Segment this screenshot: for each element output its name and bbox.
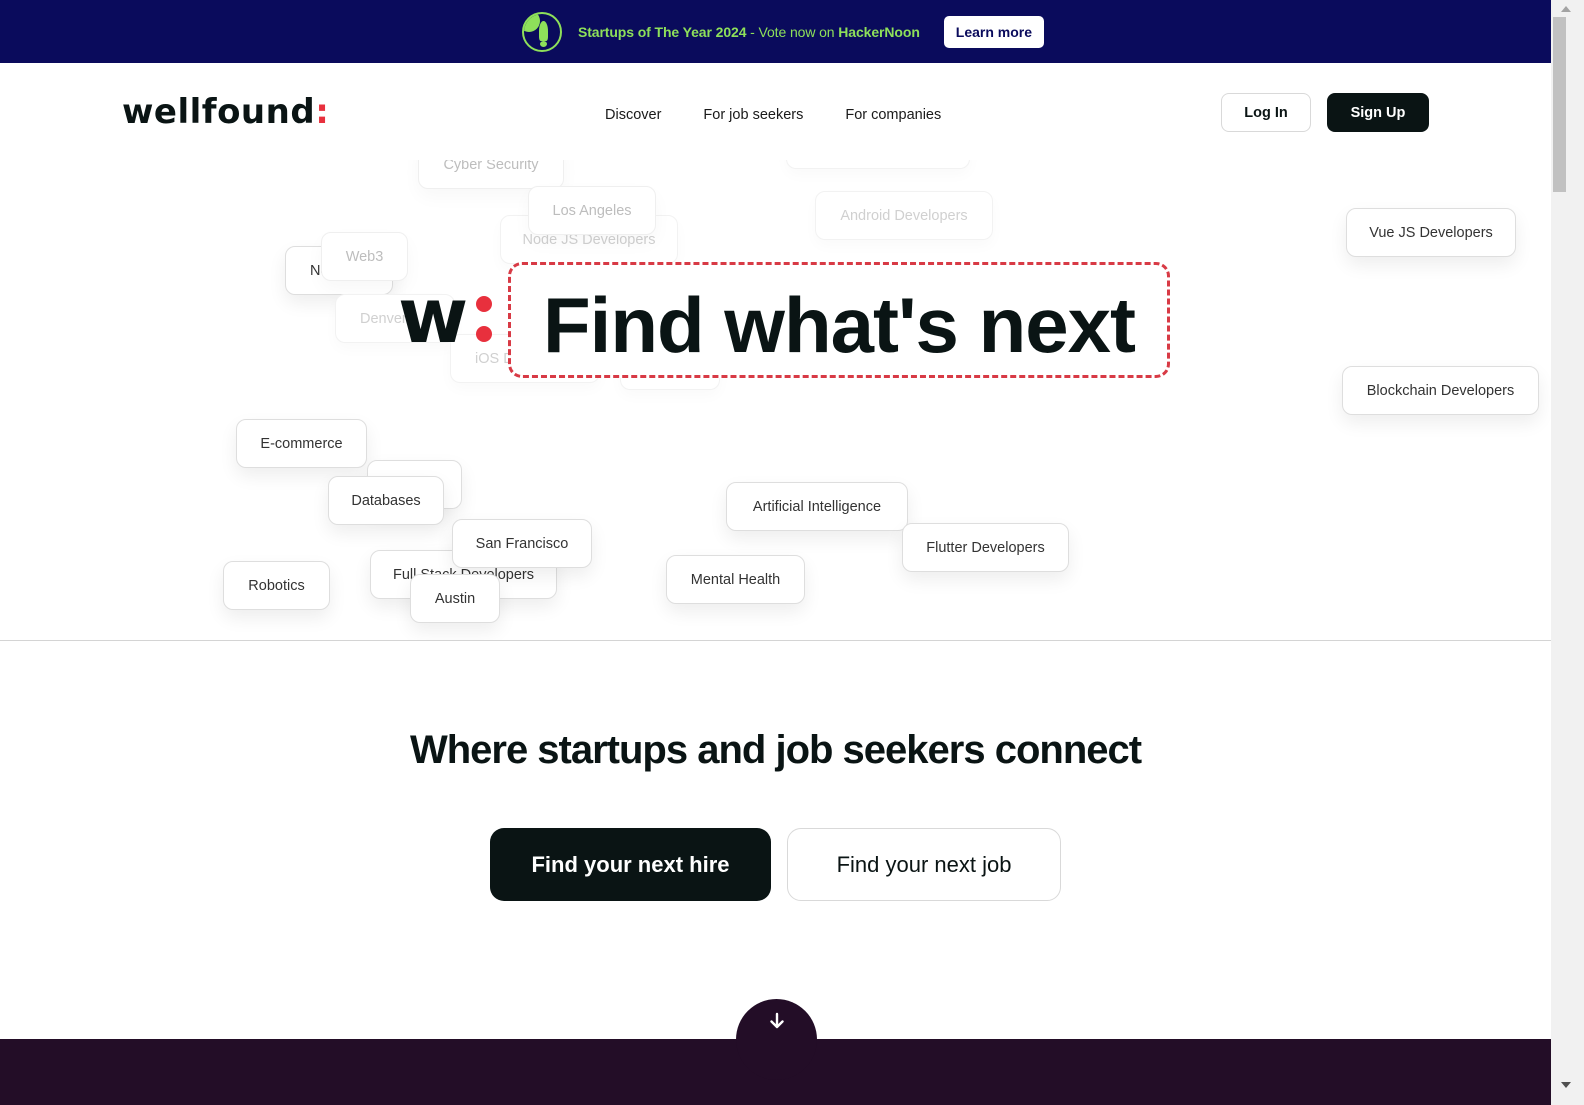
login-button[interactable]: Log In [1221,93,1311,132]
signup-button[interactable]: Sign Up [1327,93,1429,132]
chip-cyber-security[interactable]: Cyber Security [418,160,564,189]
nav-for-companies[interactable]: For companies [845,107,941,123]
scroll-down-button[interactable] [736,999,817,1080]
hero-section: Cyber Security Node JS Developers Los An… [0,160,1551,641]
chip-vue-js-developers[interactable]: Vue JS Developers [1346,208,1516,257]
learn-more-button[interactable]: Learn more [943,15,1045,48]
scroll-up-arrow-icon[interactable] [1561,6,1571,12]
promo-banner: Startups of The Year 2024 - Vote now on … [0,0,1551,63]
chip-databases[interactable]: Databases [328,476,444,525]
chip-web3[interactable]: Web3 [321,232,408,281]
colon-dot-icon [476,326,492,342]
tagline: Where startups and job seekers connect [409,728,1142,772]
scroll-down-arrow-icon[interactable] [1561,1082,1571,1088]
chip-san-francisco[interactable]: San Francisco [452,519,592,568]
chip-robotics[interactable]: Robotics [223,561,330,610]
chip-flutter-developers[interactable]: Flutter Developers [902,523,1069,572]
site-header: wellfound: Discover For job seekers For … [0,63,1551,160]
nav-discover[interactable]: Discover [605,107,661,123]
page: Startups of The Year 2024 - Vote now on … [0,0,1551,1105]
cta-row: Find your next hire Find your next job [490,828,1061,901]
find-next-job-button[interactable]: Find your next job [787,828,1061,901]
hackernoon-rocket-icon [521,11,562,52]
nav-for-job-seekers[interactable]: For job seekers [703,107,803,123]
chip-los-angeles[interactable]: Los Angeles [528,186,656,235]
headline-box: Find what's next [508,262,1170,378]
section-divider [0,640,1551,641]
chip-e-commerce[interactable]: E-commerce [236,419,367,468]
chip-android-developers[interactable]: Android Developers [815,191,993,240]
arrow-down-icon [769,1012,784,1029]
chip-blockchain-developers[interactable]: Blockchain Developers [1342,366,1539,415]
vertical-scrollbar[interactable] [1551,0,1584,1105]
chip-artificial-intelligence[interactable]: Artificial Intelligence [726,482,908,531]
hero-headline: Find what's next [543,281,1136,369]
banner-text: Startups of The Year 2024 - Vote now on … [577,23,920,40]
chip-hidden[interactable] [786,160,970,169]
chip-mental-health[interactable]: Mental Health [666,555,805,604]
find-next-hire-button[interactable]: Find your next hire [490,828,771,901]
colon-dot-icon [476,296,492,312]
chip-austin[interactable]: Austin [410,574,500,623]
wellfound-logo[interactable]: wellfound: [122,92,329,132]
wellfound-w-mark: w [398,271,468,360]
scrollbar-thumb[interactable] [1553,17,1566,192]
main-nav: Discover For job seekers For companies [605,107,941,123]
